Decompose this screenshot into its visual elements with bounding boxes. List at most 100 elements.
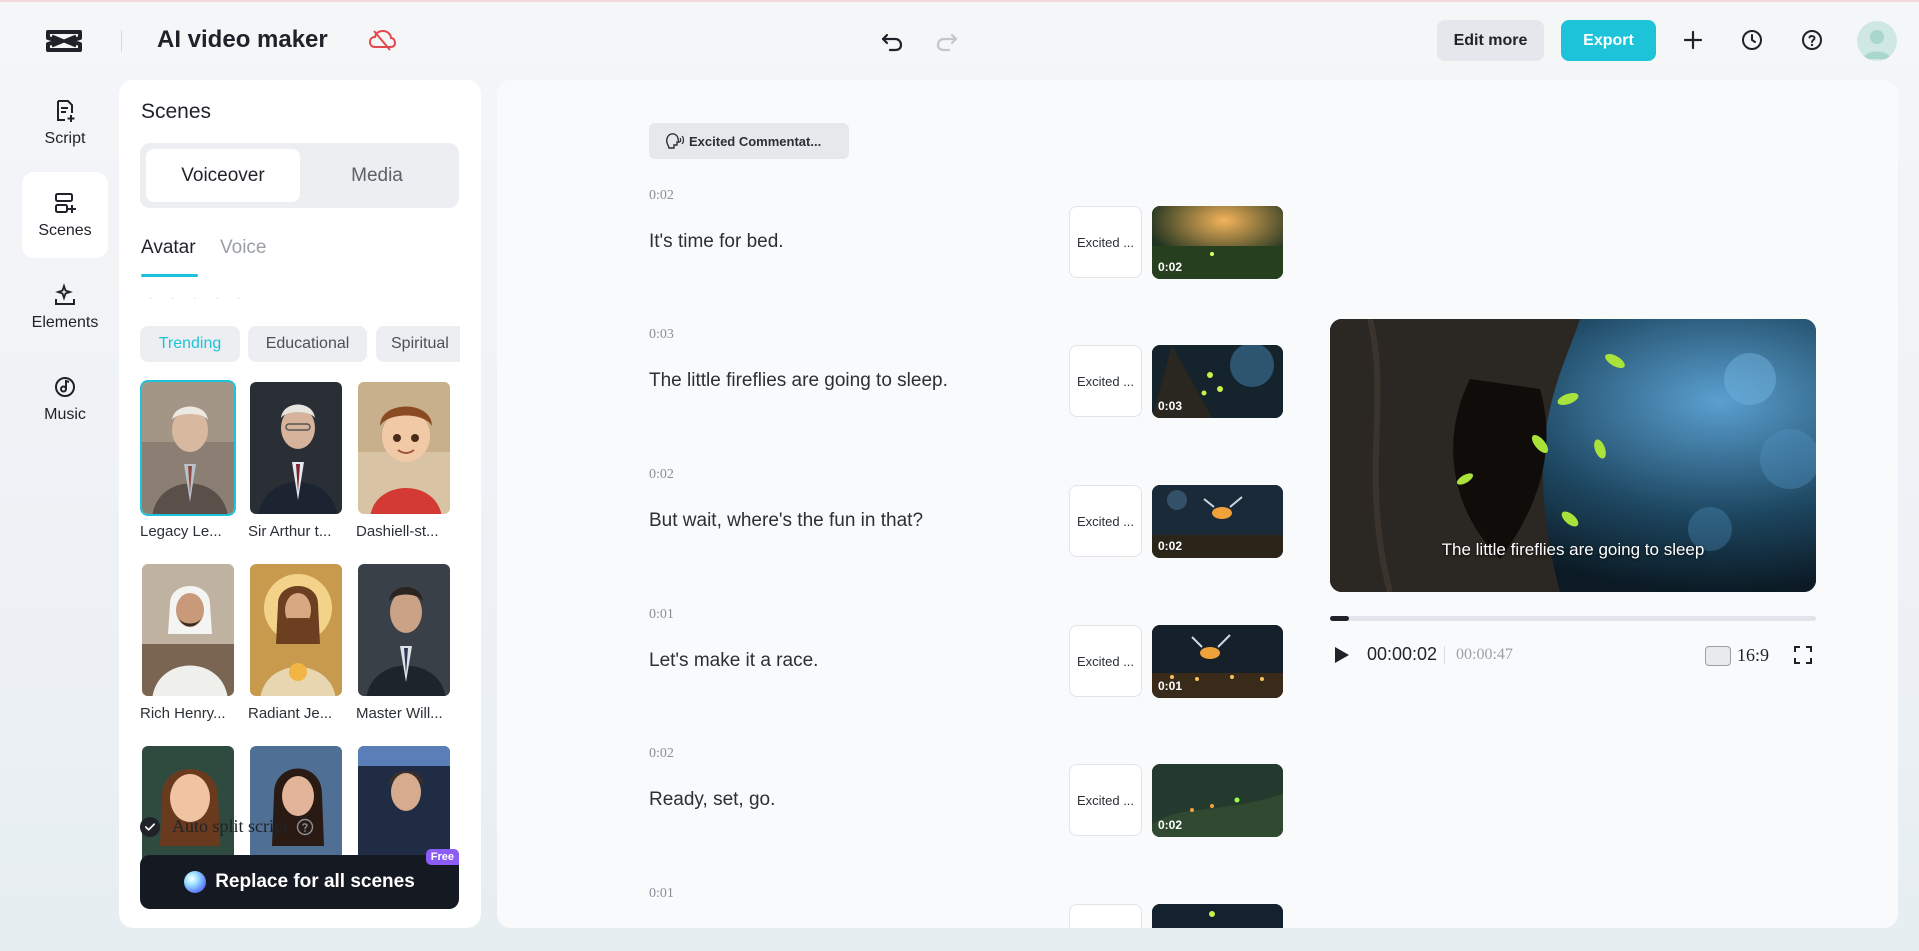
scene-row: 0:02 But wait, where's the fun in that? …	[649, 467, 1289, 558]
question-icon[interactable]	[296, 818, 314, 836]
scene-duration: 0:02	[649, 467, 674, 482]
avatar-tile[interactable]: Master Will...	[356, 562, 454, 722]
export-button[interactable]: Export	[1561, 20, 1656, 61]
ai-orb-icon	[184, 871, 207, 893]
video-preview[interactable]: The little fireflies are going to sleep	[1330, 319, 1816, 592]
scene-duration: 0:02	[649, 188, 674, 203]
scene-row: 0:03 The little fireflies are going to s…	[649, 327, 1289, 418]
plus-icon[interactable]	[1681, 28, 1705, 52]
tab-media[interactable]: Media	[300, 149, 454, 202]
panel-title: Scenes	[141, 100, 212, 123]
cloud-off-icon[interactable]	[368, 28, 396, 52]
chip-educational[interactable]: Educational	[248, 326, 367, 362]
rail-label-music: Music	[44, 406, 86, 423]
header: AI video maker Edit more Export	[0, 0, 1919, 80]
scene-row: 0:02 Ready, set, go. Excited ... 0:02	[649, 746, 1289, 837]
avatar-tile[interactable]: Legacy Le...	[140, 380, 238, 540]
scene-voice-button[interactable]: Excited ...	[1069, 485, 1142, 557]
scene-script-text[interactable]: Ready, set, go.	[649, 789, 775, 811]
history-icon[interactable]	[1740, 28, 1764, 52]
avatar-name: Sir Arthur t...	[248, 523, 332, 540]
rail-label-script: Script	[44, 130, 86, 147]
edit-more-button[interactable]: Edit more	[1437, 20, 1544, 61]
tab-voiceover[interactable]: Voiceover	[146, 149, 300, 202]
rail-item-music[interactable]: Music	[22, 356, 108, 442]
rail-item-elements[interactable]: Elements	[22, 264, 108, 350]
scene-voice-button[interactable]: Excited ...	[1069, 206, 1142, 278]
playback-progress-bar[interactable]	[1330, 616, 1816, 621]
current-time: 00:00:02	[1367, 644, 1438, 664]
active-tab-indicator	[141, 274, 198, 277]
scene-row: 0:02 It's time for bed. Excited ... 0:02	[649, 188, 1289, 279]
redo-icon[interactable]	[933, 26, 961, 54]
avatar-thumbnail	[248, 380, 344, 516]
scene-clip-thumbnail[interactable]: 0:02	[1152, 206, 1283, 279]
voice-selector-chip[interactable]: Excited Commentat...	[649, 123, 849, 159]
scene-duration: 0:02	[649, 746, 674, 761]
scene-row-partial: 0:01	[649, 886, 1289, 928]
voiceover-media-toggle: Voiceover Media	[140, 143, 459, 208]
rail-item-script[interactable]: Script	[22, 80, 108, 166]
scene-script-text[interactable]: But wait, where's the fun in that?	[649, 510, 923, 532]
auto-split-label: Auto split script	[172, 816, 288, 836]
scene-voice-button[interactable]	[1069, 904, 1142, 928]
play-icon[interactable]	[1330, 644, 1352, 666]
clip-duration: 0:03	[1158, 399, 1183, 413]
avatar-thumbnail	[140, 380, 236, 516]
scene-voice-button[interactable]: Excited ...	[1069, 764, 1142, 836]
clip-duration: 0:02	[1158, 818, 1183, 832]
avatar-name: Rich Henry...	[140, 705, 226, 722]
scene-script-text[interactable]: The little fireflies are going to sleep.	[649, 370, 948, 392]
capcut-logo-icon[interactable]	[44, 24, 84, 58]
avatar-name: Legacy Le...	[140, 523, 222, 540]
clip-duration: 0:02	[1158, 539, 1183, 553]
avatar-tile[interactable]: Radiant Je...	[248, 562, 346, 722]
page-title: AI video maker	[157, 26, 328, 53]
user-avatar[interactable]	[1857, 21, 1897, 61]
rail-label-scenes: Scenes	[38, 222, 92, 239]
time-divider	[1444, 646, 1445, 664]
aspect-ratio-icon[interactable]	[1705, 646, 1731, 666]
header-divider	[121, 30, 122, 52]
tab-voice[interactable]: Voice	[220, 237, 266, 259]
scene-clip-thumbnail[interactable]: 0:03	[1152, 345, 1283, 418]
undo-icon[interactable]	[878, 26, 906, 54]
script-editor: Excited Commentat... 0:02 It's time for …	[497, 80, 1898, 928]
avatar-tile[interactable]: Rich Henry...	[140, 562, 238, 722]
scene-duration: 0:01	[649, 886, 674, 901]
clip-duration: 0:02	[1158, 260, 1183, 274]
avatar-name: Radiant Je...	[248, 705, 333, 722]
clip-duration: 0:01	[1158, 679, 1183, 693]
scene-clip-thumbnail[interactable]: 0:01	[1152, 625, 1283, 698]
script-icon	[57, 100, 75, 122]
auto-split-checkbox[interactable]	[140, 816, 160, 837]
avatar-name: Dashiell-st...	[356, 523, 439, 540]
auto-split-option: Auto split script	[140, 816, 314, 837]
scene-duration: 0:01	[649, 607, 674, 622]
scene-clip-thumbnail[interactable]: 0:02	[1152, 764, 1283, 837]
scene-clip-thumbnail[interactable]	[1152, 904, 1283, 928]
scene-duration: 0:03	[649, 327, 674, 342]
voice-head-icon	[666, 133, 685, 149]
preview-caption: The little fireflies are going to sleep	[1441, 540, 1705, 559]
rail-item-scenes[interactable]: Scenes	[22, 172, 108, 258]
scene-voice-button[interactable]: Excited ...	[1069, 625, 1142, 697]
avatar-tile[interactable]: Dashiell-st...	[356, 380, 454, 540]
chip-spiritual[interactable]: Spiritual	[376, 326, 460, 362]
replace-all-scenes-button[interactable]: Replace for all scenes Free	[140, 849, 459, 909]
scenes-panel: Scenes Voiceover Media Avatar Voice · · …	[119, 80, 481, 928]
scene-script-text[interactable]: It's time for bed.	[649, 231, 784, 253]
tab-avatar[interactable]: Avatar	[141, 237, 196, 259]
aspect-ratio-label[interactable]: 16:9	[1737, 645, 1769, 666]
fullscreen-icon[interactable]	[1792, 644, 1814, 666]
scenes-icon	[55, 193, 76, 213]
chip-trending[interactable]: Trending	[140, 326, 240, 362]
scene-row: 0:01 Let's make it a race. Excited ... 0…	[649, 607, 1289, 698]
avatar-tile[interactable]: Sir Arthur t...	[248, 380, 346, 540]
scene-voice-button[interactable]: Excited ...	[1069, 345, 1142, 417]
avatar-thumbnail	[356, 380, 452, 516]
help-icon[interactable]	[1800, 28, 1824, 52]
scene-script-text[interactable]: Let's make it a race.	[649, 650, 818, 672]
scene-clip-thumbnail[interactable]: 0:02	[1152, 485, 1283, 558]
replace-all-label: Replace for all scenes	[215, 871, 415, 892]
